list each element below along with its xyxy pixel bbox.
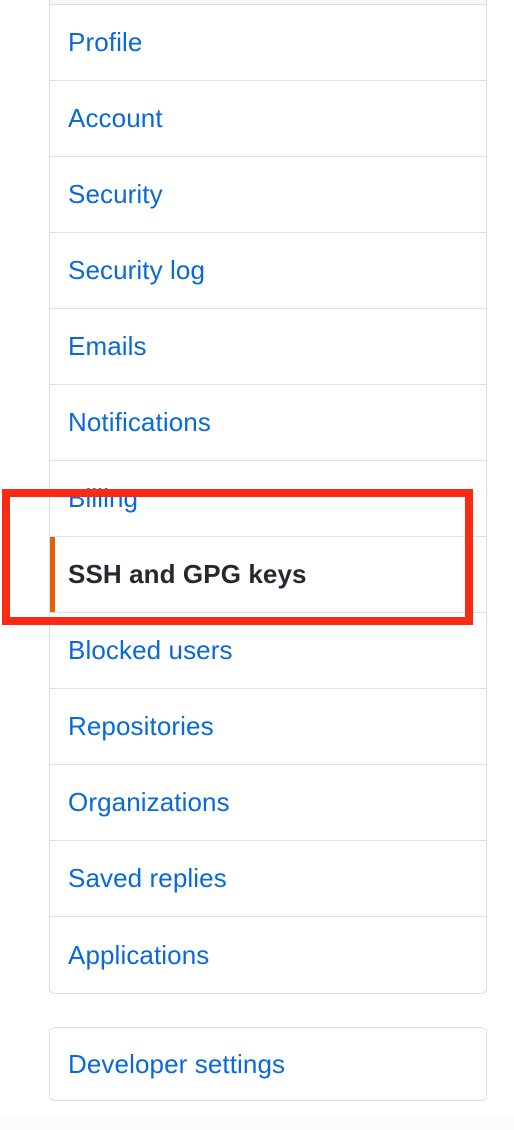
sidebar-item-label: Organizations <box>68 787 230 818</box>
sidebar-item-account[interactable]: Account <box>50 81 486 157</box>
sidebar-item-emails[interactable]: Emails <box>50 309 486 385</box>
sidebar-item-label: Security log <box>68 255 206 286</box>
developer-item-label: Developer settings <box>68 1048 286 1079</box>
sidebar-item-organizations[interactable]: Organizations <box>50 765 486 841</box>
sidebar-item-billing[interactable]: Billing <box>50 461 486 537</box>
sidebar-item-label: Profile <box>68 27 143 58</box>
sidebar-item-ssh-and-gpg-keys[interactable]: SSH and GPG keys <box>50 537 486 613</box>
settings-nav-list: Profile Account Security Security log Emails… <box>49 5 487 994</box>
sidebar-item-security[interactable]: Security <box>50 157 486 233</box>
selected-accent-bar <box>50 537 55 612</box>
sidebar-item-blocked-users[interactable]: Blocked users <box>50 613 486 689</box>
sidebar-item-label: Saved replies <box>68 863 227 894</box>
developer-settings-nav-list: Developer settings <box>49 1027 487 1101</box>
sidebar-item-repositories[interactable]: Repositories <box>50 689 486 765</box>
sidebar-item-saved-replies[interactable]: Saved replies <box>50 841 486 917</box>
sidebar-item-label: Repositories <box>68 711 214 742</box>
sidebar-item-label: Blocked users <box>68 635 233 666</box>
sidebar-item-label: SSH and GPG keys <box>68 559 307 590</box>
sidebar-item-label: Applications <box>68 939 210 970</box>
sidebar-item-label: Emails <box>68 331 147 362</box>
developer-item-developer-settings[interactable]: Developer settings <box>50 1028 486 1100</box>
sidebar-item-applications[interactable]: Applications <box>50 917 486 993</box>
sidebar-item-notifications[interactable]: Notifications <box>50 385 486 461</box>
sidebar-item-profile[interactable]: Profile <box>50 5 486 81</box>
sidebar-item-label: Account <box>68 103 163 134</box>
page-bottom-background <box>0 1118 514 1130</box>
sidebar-item-security-log[interactable]: Security log <box>50 233 486 309</box>
sidebar-item-label: Billing <box>68 483 139 514</box>
sidebar-item-label: Security <box>68 179 163 210</box>
settings-sidebar-page: Profile Account Security Security log Emails… <box>0 0 514 1130</box>
sidebar-item-label: Notifications <box>68 407 211 438</box>
